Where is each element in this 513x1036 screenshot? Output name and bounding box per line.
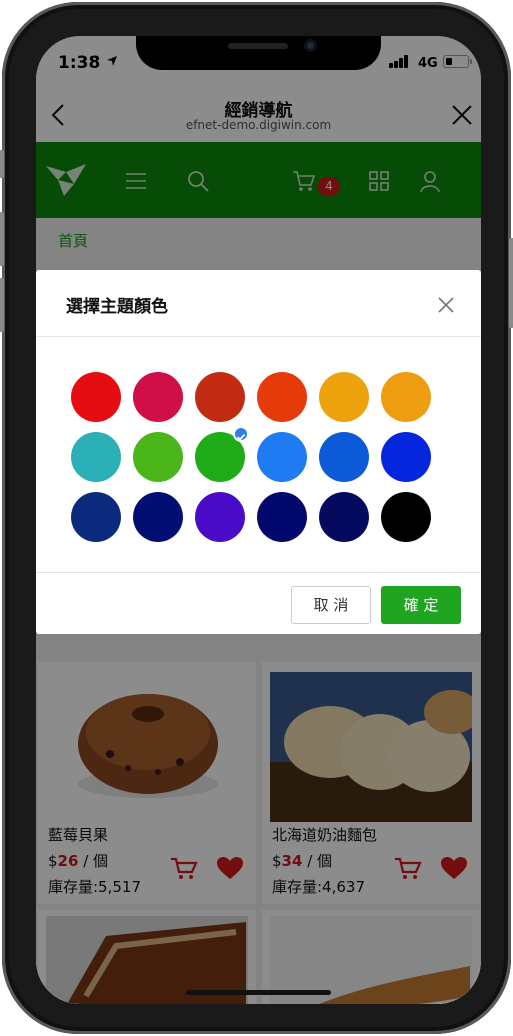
color-swatch[interactable] <box>319 432 369 482</box>
color-swatch[interactable] <box>71 432 121 482</box>
close-icon[interactable] <box>435 294 457 316</box>
color-swatch[interactable] <box>71 372 121 422</box>
divider <box>36 572 481 573</box>
mute-switch <box>0 150 4 178</box>
color-swatch[interactable] <box>257 492 307 542</box>
divider <box>36 336 481 337</box>
status-time-text: 1:38 <box>58 53 101 73</box>
battery-icon <box>443 55 472 68</box>
phone-frame: 1:38 4G 經銷導航 efnet-demo.digiwin.com 4 首頁… <box>0 2 513 1034</box>
network-type: 4G <box>418 56 438 71</box>
volume-down-button <box>0 278 4 332</box>
dialog-title: 選擇主題顏色 <box>66 297 168 317</box>
color-swatch[interactable] <box>319 492 369 542</box>
status-time: 1:38 <box>58 53 118 73</box>
selected-check-icon <box>233 426 249 442</box>
color-swatch[interactable] <box>319 372 369 422</box>
color-swatch[interactable] <box>381 432 431 482</box>
color-swatch[interactable] <box>381 372 431 422</box>
color-swatch[interactable] <box>71 492 121 542</box>
front-camera <box>304 39 317 52</box>
screen: 1:38 4G 經銷導航 efnet-demo.digiwin.com 4 首頁… <box>36 36 481 1004</box>
color-swatch[interactable] <box>195 492 245 542</box>
power-button <box>509 238 513 328</box>
theme-color-dialog: 選擇主題顏色 取 消 確 定 <box>36 270 481 634</box>
cancel-button[interactable]: 取 消 <box>291 586 371 624</box>
color-swatch[interactable] <box>257 432 307 482</box>
color-swatch[interactable] <box>381 492 431 542</box>
color-swatch[interactable] <box>133 492 183 542</box>
signal-icon <box>389 55 411 68</box>
location-arrow-icon <box>107 56 118 66</box>
notch <box>136 36 381 70</box>
color-swatch[interactable] <box>133 432 183 482</box>
color-swatch[interactable] <box>257 372 307 422</box>
home-indicator[interactable] <box>186 990 331 995</box>
color-swatch[interactable] <box>195 372 245 422</box>
color-swatch[interactable] <box>133 372 183 422</box>
speaker-grille <box>228 43 288 49</box>
confirm-button[interactable]: 確 定 <box>381 586 461 624</box>
volume-up-button <box>0 212 4 266</box>
